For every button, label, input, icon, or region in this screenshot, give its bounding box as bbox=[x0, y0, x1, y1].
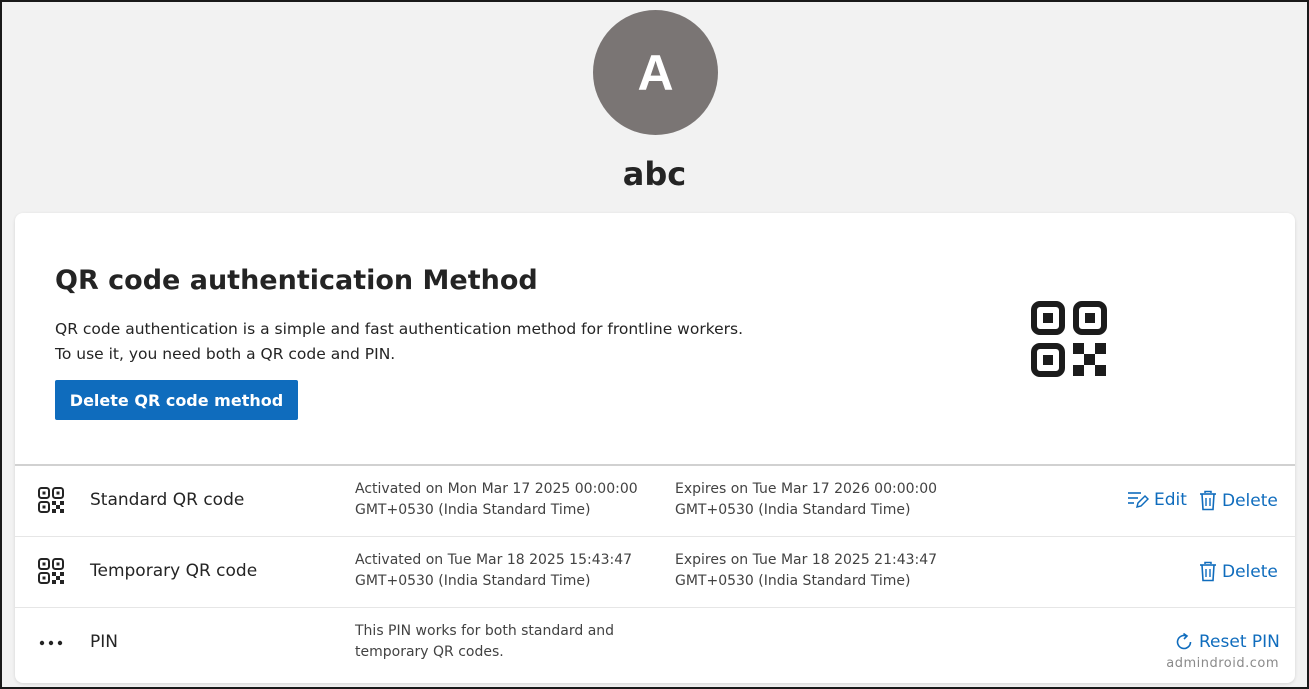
edit-list-icon bbox=[1128, 492, 1149, 509]
edit-button[interactable]: Edit bbox=[1127, 490, 1187, 510]
qr-code-icon bbox=[1031, 301, 1107, 377]
expires-date: Expires on Tue Mar 17 2026 00:00:00 GMT+… bbox=[675, 479, 937, 521]
delete-button[interactable]: Delete bbox=[1199, 561, 1278, 582]
table-row-pin: PIN This PIN works for both standard and… bbox=[15, 608, 1295, 679]
card-description: QR code authentication is a simple and f… bbox=[55, 317, 743, 367]
expires-line-2: GMT+0530 (India Standard Time) bbox=[675, 573, 911, 589]
expires-line-1: Expires on Tue Mar 17 2026 00:00:00 bbox=[675, 481, 938, 497]
activated-line-1: Activated on Tue Mar 18 2025 15:43:47 bbox=[355, 552, 633, 568]
card-title: QR code authentication Method bbox=[55, 265, 538, 296]
avatar-initial: A bbox=[637, 44, 674, 101]
row-label: PIN bbox=[90, 632, 118, 652]
expires-date: Expires on Tue Mar 18 2025 21:43:47 GMT+… bbox=[675, 550, 937, 592]
activated-line-2: GMT+0530 (India Standard Time) bbox=[355, 573, 591, 589]
expires-line-2: GMT+0530 (India Standard Time) bbox=[675, 502, 911, 518]
refresh-icon bbox=[1176, 632, 1192, 650]
pin-note-line-1: This PIN works for both standard and bbox=[355, 623, 615, 639]
description-line-1: QR code authentication is a simple and f… bbox=[55, 320, 744, 338]
trash-icon bbox=[1200, 490, 1216, 511]
activated-date: Activated on Mon Mar 17 2025 00:00:00 GM… bbox=[355, 479, 638, 521]
qr-method-card: QR code authentication Method QR code au… bbox=[15, 213, 1295, 683]
row-label: Temporary QR code bbox=[90, 561, 258, 581]
activated-line-2: GMT+0530 (India Standard Time) bbox=[355, 502, 591, 518]
user-display-name: abc bbox=[622, 155, 687, 193]
delete-button[interactable]: Delete bbox=[1199, 490, 1278, 511]
expires-line-1: Expires on Tue Mar 18 2025 21:43:47 bbox=[675, 552, 938, 568]
reset-pin-label: Reset PIN bbox=[1199, 632, 1280, 652]
trash-icon bbox=[1200, 561, 1216, 582]
table-row-temporary-qr: Temporary QR code Activated on Tue Mar 1… bbox=[15, 537, 1295, 608]
activated-line-1: Activated on Mon Mar 17 2025 00:00:00 bbox=[355, 481, 638, 497]
pin-note: This PIN works for both standard and tem… bbox=[355, 621, 614, 663]
card-header: QR code authentication Method QR code au… bbox=[15, 213, 1295, 464]
watermark: admindroid.com bbox=[1166, 656, 1279, 671]
more-dots-icon bbox=[39, 640, 63, 646]
activated-date: Activated on Tue Mar 18 2025 15:43:47 GM… bbox=[355, 550, 632, 592]
description-line-2: To use it, you need both a QR code and P… bbox=[55, 345, 396, 363]
reset-pin-button[interactable]: Reset PIN bbox=[1174, 632, 1280, 652]
avatar: A bbox=[593, 10, 718, 135]
pin-note-line-2: temporary QR codes. bbox=[355, 644, 504, 660]
delete-label: Delete bbox=[1222, 490, 1278, 511]
qr-code-icon bbox=[38, 558, 64, 584]
table-row-standard-qr: Standard QR code Activated on Mon Mar 17… bbox=[15, 466, 1295, 537]
qr-code-icon bbox=[38, 487, 64, 513]
row-label: Standard QR code bbox=[90, 490, 245, 510]
delete-qr-method-button[interactable]: Delete QR code method bbox=[55, 380, 298, 420]
edit-label: Edit bbox=[1154, 490, 1187, 510]
delete-label: Delete bbox=[1222, 561, 1278, 582]
